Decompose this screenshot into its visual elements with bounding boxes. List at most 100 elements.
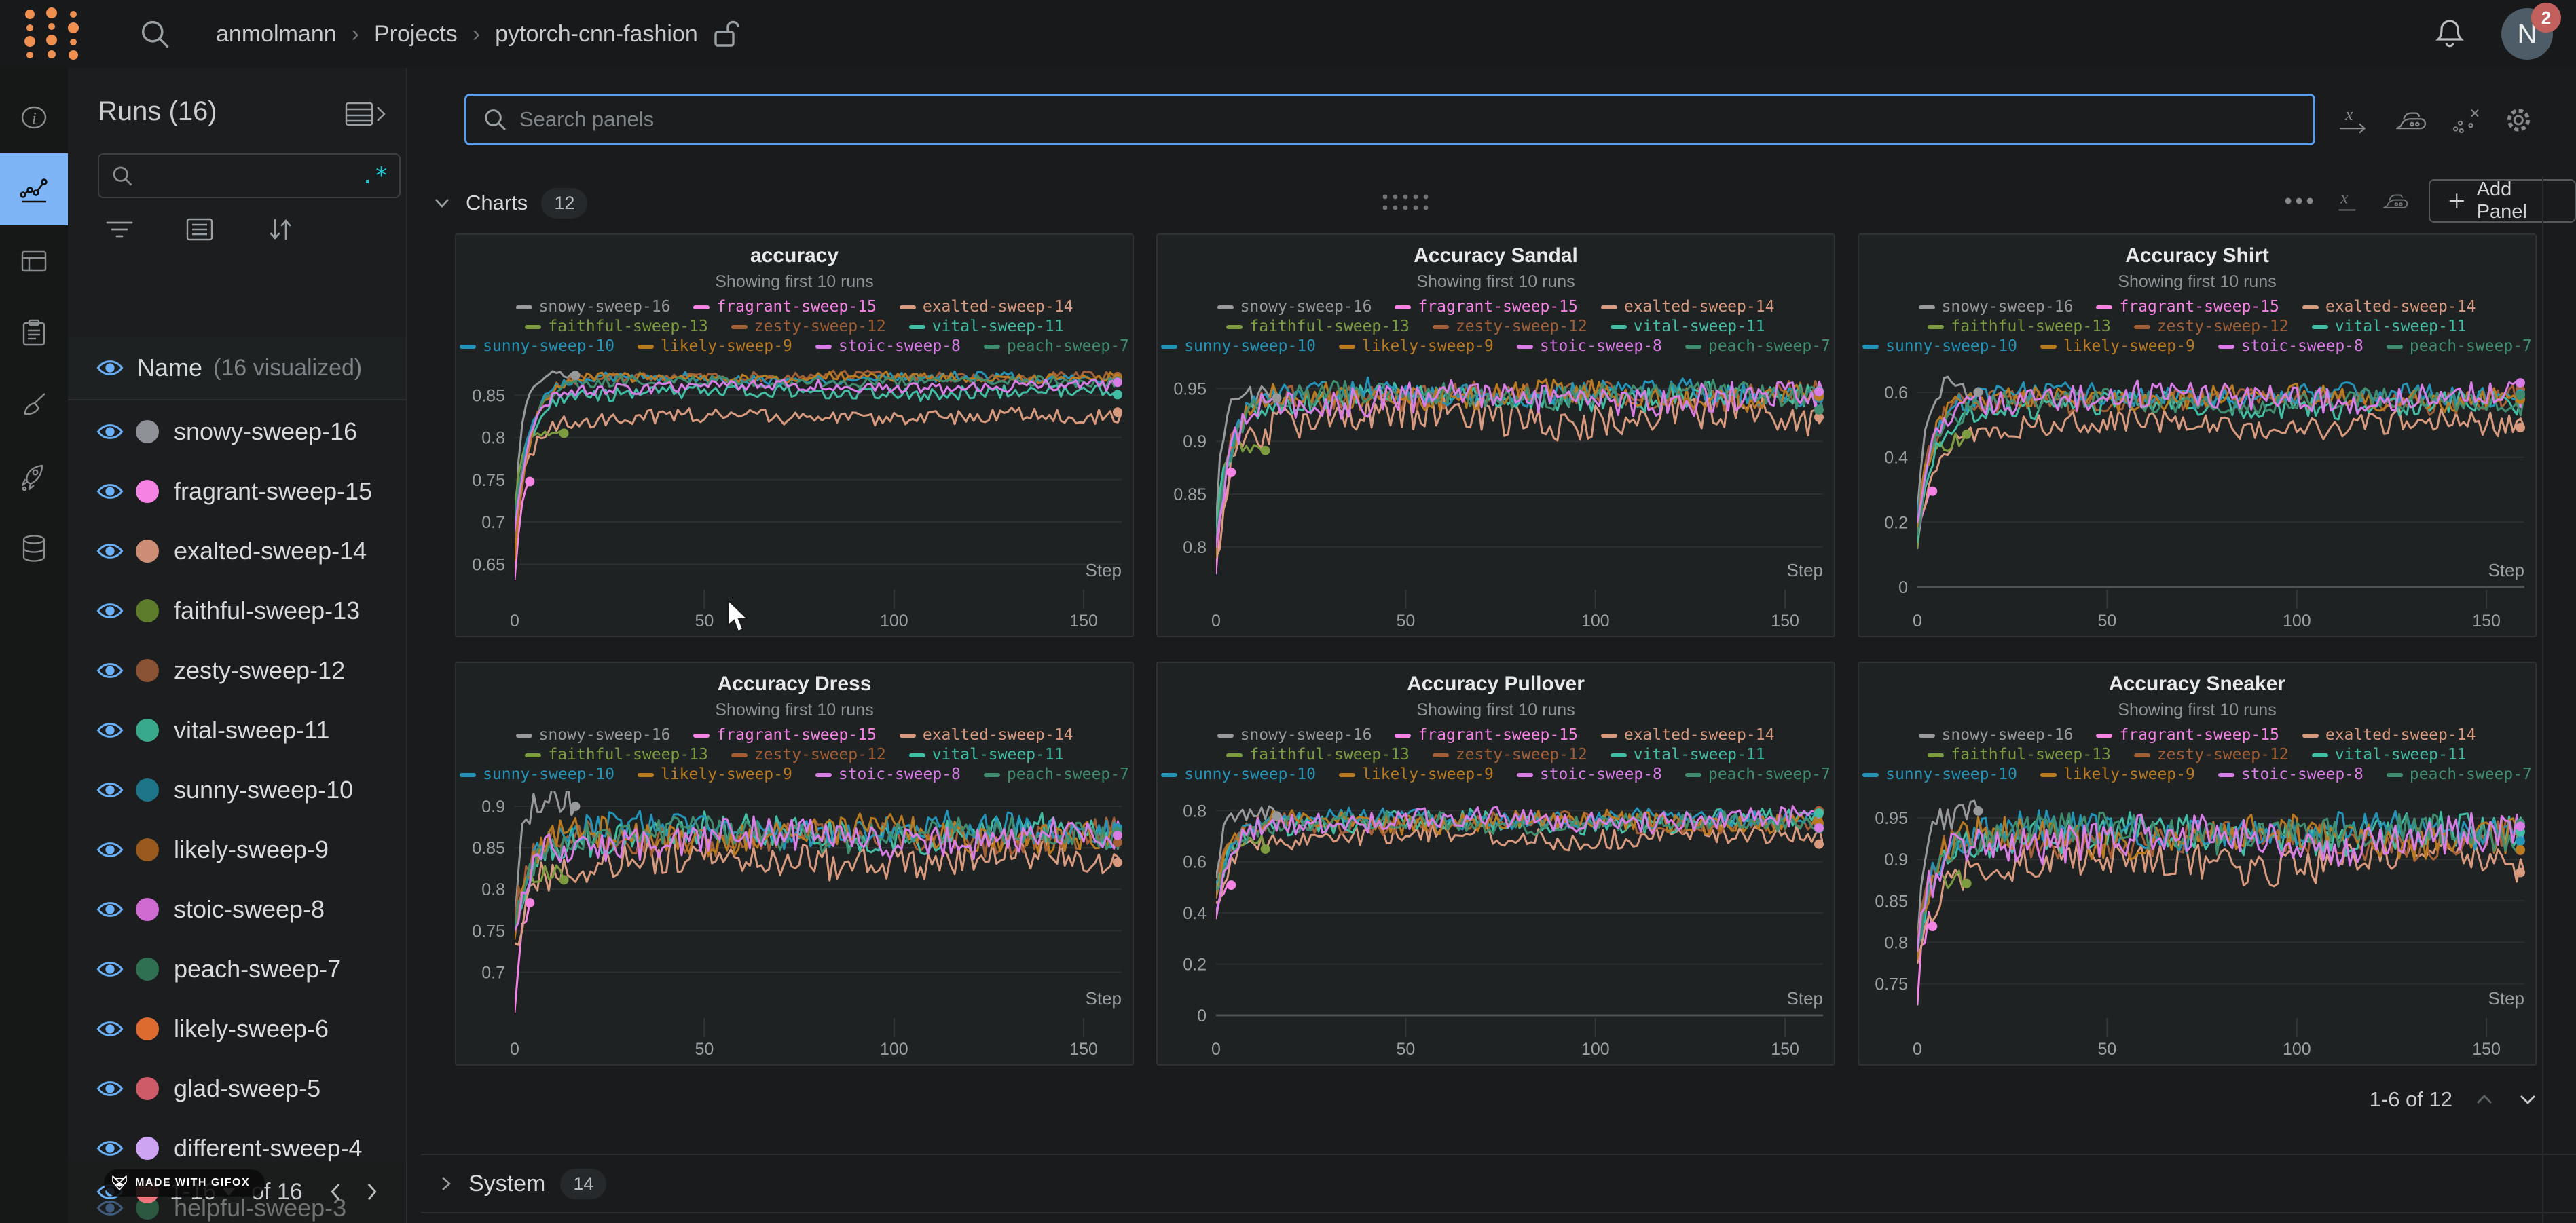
legend-item[interactable]: exalted-sweep-14 <box>2302 726 2476 745</box>
legend-item[interactable]: faithful-sweep-13 <box>1226 745 1409 765</box>
legend-item[interactable]: snowy-sweep-16 <box>516 726 671 745</box>
legend-item[interactable]: vital-sweep-11 <box>2312 745 2467 765</box>
run-row[interactable]: snowy-sweep-16 <box>68 402 406 462</box>
legend-item[interactable]: likely-sweep-9 <box>638 765 792 785</box>
legend-item[interactable]: peach-sweep-7 <box>2387 337 2532 356</box>
legend-item[interactable]: sunny-sweep-10 <box>1862 765 2017 785</box>
run-row[interactable]: sunny-sweep-10 <box>68 760 406 820</box>
page-down-icon[interactable] <box>2516 1091 2539 1108</box>
sort-icon[interactable] <box>265 216 295 243</box>
visibility-eye-icon[interactable] <box>96 541 124 561</box>
visibility-eye-icon[interactable] <box>96 1138 124 1159</box>
sidebar-item-runs-table[interactable] <box>0 225 68 297</box>
breadcrumb-user[interactable]: anmolmann <box>216 21 337 48</box>
run-row[interactable]: glad-sweep-5 <box>68 1059 406 1118</box>
visibility-eye-icon[interactable] <box>96 959 124 979</box>
legend-item[interactable]: snowy-sweep-16 <box>1217 297 1372 317</box>
visibility-eye-icon[interactable] <box>96 1078 124 1099</box>
run-name[interactable]: sunny-sweep-10 <box>174 776 353 804</box>
legend-item[interactable]: faithful-sweep-13 <box>1226 317 1409 337</box>
section-drag-handle-icon[interactable] <box>1380 190 1431 214</box>
sidebar-item-workspace[interactable] <box>0 153 68 225</box>
visibility-all-eye-icon[interactable] <box>96 358 124 378</box>
legend-item[interactable]: likely-sweep-9 <box>1339 337 1494 356</box>
legend-item[interactable]: zesty-sweep-12 <box>2134 745 2289 765</box>
chart-panel[interactable]: Accuracy SneakerShowing first 10 runssno… <box>1858 662 2537 1066</box>
run-row[interactable]: vital-sweep-11 <box>68 700 406 760</box>
sidebar-item-launch[interactable] <box>0 441 68 513</box>
chart-plot[interactable]: 0.750.80.850.90.95050100150Step <box>1859 785 2537 1064</box>
legend-item[interactable]: snowy-sweep-16 <box>516 297 671 317</box>
run-row[interactable]: stoic-sweep-8 <box>68 880 406 939</box>
expand-runs-table-icon[interactable] <box>344 99 387 129</box>
legend-item[interactable]: likely-sweep-9 <box>1339 765 1494 785</box>
legend-item[interactable]: peach-sweep-7 <box>984 337 1129 356</box>
sidebar-item-overview[interactable]: i <box>0 81 68 153</box>
legend-item[interactable]: sunny-sweep-10 <box>460 337 614 356</box>
legend-item[interactable]: vital-sweep-11 <box>909 317 1064 337</box>
avatar[interactable]: N 2 <box>2501 8 2553 60</box>
legend-item[interactable]: peach-sweep-7 <box>1685 337 1830 356</box>
legend-item[interactable]: faithful-sweep-13 <box>1928 317 2110 337</box>
run-name[interactable]: different-sweep-4 <box>174 1134 363 1163</box>
legend-item[interactable]: fragrant-sweep-15 <box>693 297 876 317</box>
smoothing-iron-icon-small[interactable] <box>2380 187 2408 215</box>
run-name[interactable]: exalted-sweep-14 <box>174 537 367 565</box>
visibility-eye-icon[interactable] <box>96 1019 124 1039</box>
legend-item[interactable]: exalted-sweep-14 <box>900 297 1073 317</box>
more-options-icon[interactable] <box>2283 194 2315 208</box>
run-name[interactable]: peach-sweep-7 <box>174 955 341 983</box>
global-search-icon[interactable] <box>137 16 172 52</box>
legend-item[interactable]: likely-sweep-9 <box>2040 765 2195 785</box>
outliers-icon[interactable] <box>2450 103 2480 137</box>
legend-item[interactable]: zesty-sweep-12 <box>2134 317 2289 337</box>
legend-item[interactable]: stoic-sweep-8 <box>2218 337 2363 356</box>
run-row[interactable]: likely-sweep-9 <box>68 820 406 880</box>
legend-item[interactable]: peach-sweep-7 <box>984 765 1129 785</box>
legend-item[interactable]: fragrant-sweep-15 <box>2096 726 2279 745</box>
group-list-icon[interactable] <box>185 217 215 242</box>
visibility-eye-icon[interactable] <box>96 720 124 740</box>
regex-toggle-icon[interactable]: .* <box>361 162 388 189</box>
run-name[interactable]: snowy-sweep-16 <box>174 417 357 446</box>
system-section-header[interactable]: System 14 <box>421 1154 2576 1213</box>
wandb-logo-icon[interactable] <box>19 5 84 63</box>
legend-item[interactable]: exalted-sweep-14 <box>1601 297 1775 317</box>
legend-item[interactable]: vital-sweep-11 <box>1611 745 1765 765</box>
legend-item[interactable]: zesty-sweep-12 <box>1433 745 1587 765</box>
next-page-icon[interactable] <box>361 1180 382 1203</box>
runs-header-row[interactable]: Name (16 visualized) <box>68 337 406 400</box>
legend-item[interactable]: likely-sweep-9 <box>2040 337 2195 356</box>
smoothing-iron-icon[interactable] <box>2393 104 2427 136</box>
run-row[interactable]: faithful-sweep-13 <box>68 581 406 641</box>
legend-item[interactable]: fragrant-sweep-15 <box>1395 297 1577 317</box>
run-name[interactable]: stoic-sweep-8 <box>174 895 325 924</box>
legend-item[interactable]: faithful-sweep-13 <box>525 745 707 765</box>
legend-item[interactable]: stoic-sweep-8 <box>2218 765 2363 785</box>
page-up-icon[interactable] <box>2473 1091 2496 1108</box>
sidebar-item-artifacts[interactable] <box>0 513 68 585</box>
chart-panel[interactable]: Accuracy PulloverShowing first 10 runssn… <box>1156 662 1835 1066</box>
visibility-eye-icon[interactable] <box>96 601 124 621</box>
panel-search-input[interactable] <box>518 107 2298 132</box>
run-name[interactable]: likely-sweep-6 <box>174 1015 329 1043</box>
legend-item[interactable]: stoic-sweep-8 <box>1517 337 1662 356</box>
legend-item[interactable]: stoic-sweep-8 <box>1517 765 1662 785</box>
legend-item[interactable]: zesty-sweep-12 <box>1433 317 1587 337</box>
legend-item[interactable]: sunny-sweep-10 <box>1161 765 1316 785</box>
sidebar-item-jobs[interactable] <box>0 297 68 369</box>
legend-item[interactable]: vital-sweep-11 <box>2312 317 2467 337</box>
visibility-eye-icon[interactable] <box>96 780 124 800</box>
legend-item[interactable]: exalted-sweep-14 <box>1601 726 1775 745</box>
run-row[interactable]: zesty-sweep-12 <box>68 641 406 700</box>
legend-item[interactable]: likely-sweep-9 <box>638 337 792 356</box>
settings-gear-icon[interactable] <box>2503 102 2534 138</box>
x-axis-icon[interactable]: x <box>2337 102 2370 138</box>
visibility-eye-icon[interactable] <box>96 840 124 860</box>
chart-plot[interactable]: 0.80.850.90.95050100150Step <box>1158 356 1835 636</box>
legend-item[interactable]: zesty-sweep-12 <box>731 317 886 337</box>
chart-panel[interactable]: Accuracy DressShowing first 10 runssnowy… <box>455 662 1134 1066</box>
chart-panel[interactable]: Accuracy SandalShowing first 10 runssnow… <box>1156 233 1835 637</box>
legend-item[interactable]: zesty-sweep-12 <box>731 745 886 765</box>
legend-item[interactable]: snowy-sweep-16 <box>1919 297 2074 317</box>
